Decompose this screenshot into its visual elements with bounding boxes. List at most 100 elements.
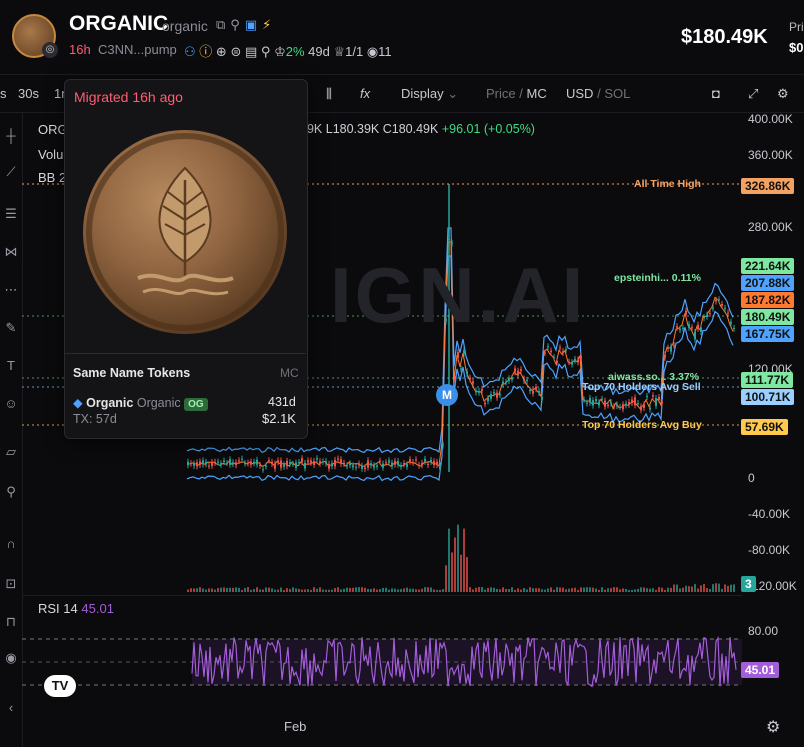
candle-body bbox=[679, 328, 681, 331]
migration-marker[interactable]: M bbox=[436, 384, 458, 406]
crown-value: 1/1 bbox=[345, 44, 364, 59]
projection-icon[interactable]: ⋯ bbox=[2, 282, 20, 298]
volume-bar bbox=[607, 588, 609, 592]
zoom-icon[interactable]: ⚲ bbox=[2, 484, 20, 500]
x-axis-feb: Feb bbox=[284, 719, 307, 734]
rsi-value: 45.01 bbox=[81, 601, 114, 616]
collapse-icon[interactable]: ‹ bbox=[2, 700, 20, 715]
sol-option[interactable]: SOL bbox=[604, 86, 630, 101]
candle-type-icon[interactable]: ⫼ bbox=[326, 86, 332, 102]
candle-body bbox=[310, 460, 312, 463]
volume-bar bbox=[259, 589, 261, 592]
volume-bar bbox=[640, 587, 642, 592]
volume-bar bbox=[271, 588, 273, 592]
y-label: 360.00K bbox=[748, 148, 793, 162]
list-icon[interactable]: ⊜ bbox=[230, 44, 241, 59]
volume-bar bbox=[499, 589, 501, 592]
eye-toggle-icon[interactable]: ◉ bbox=[2, 650, 20, 666]
price-mc-toggle[interactable]: Price / MC bbox=[486, 86, 547, 101]
interval-30s[interactable]: 30s bbox=[18, 86, 39, 101]
contract-address[interactable]: C3NN...pump bbox=[98, 42, 177, 57]
candle-body bbox=[472, 381, 474, 384]
interval-s[interactable]: s bbox=[0, 86, 7, 101]
search-icon[interactable]: ⚲ bbox=[261, 44, 271, 59]
same-token-age: 431d bbox=[268, 395, 296, 409]
candle-body bbox=[646, 396, 648, 398]
volume-bar bbox=[700, 585, 702, 592]
globe-icon[interactable]: ⊕ bbox=[216, 44, 227, 59]
volume-bar bbox=[535, 588, 537, 592]
text-icon[interactable]: T bbox=[2, 358, 20, 373]
candle-body bbox=[544, 352, 546, 354]
mc-option[interactable]: MC bbox=[527, 86, 547, 101]
volume-bar bbox=[478, 587, 480, 592]
candle-body bbox=[358, 463, 360, 466]
chat-icon[interactable]: ▤ bbox=[245, 44, 257, 59]
candle-body bbox=[388, 460, 390, 463]
candle-body bbox=[622, 404, 624, 410]
volume-bar bbox=[313, 587, 315, 592]
volume-bar bbox=[295, 588, 297, 592]
volume-bar bbox=[733, 584, 735, 592]
ath-tag: 326.86K bbox=[741, 178, 795, 194]
settings-icon[interactable]: ⚙ bbox=[777, 86, 789, 102]
lock-icon[interactable]: ⊡ bbox=[2, 576, 20, 592]
fullscreen-icon[interactable]: ⤢ bbox=[748, 86, 758, 102]
candle-body bbox=[352, 465, 354, 468]
volume-bar bbox=[304, 589, 306, 592]
volume-bar bbox=[628, 589, 630, 592]
emoji-icon[interactable]: ☺ bbox=[2, 396, 20, 411]
candle-body bbox=[475, 390, 477, 393]
camera-icon[interactable]: ◎ bbox=[42, 42, 58, 58]
volume-bar bbox=[721, 588, 723, 592]
candle-body bbox=[370, 463, 372, 466]
crosshair-icon[interactable]: ┼ bbox=[2, 128, 20, 143]
price-option[interactable]: Price bbox=[486, 86, 516, 101]
volume-bar bbox=[544, 589, 546, 592]
axis-settings-icon[interactable]: ⚙ bbox=[766, 717, 780, 737]
volume-bar bbox=[199, 587, 201, 592]
copy-icon[interactable]: ⧉ bbox=[216, 17, 230, 32]
volume-bar bbox=[400, 589, 402, 592]
twitter-icon[interactable]: ▣ bbox=[245, 17, 262, 32]
same-name-token-row[interactable]: ◆ Organic Organic OG bbox=[73, 395, 208, 411]
volume-bar bbox=[340, 589, 342, 592]
volume-bar bbox=[457, 524, 459, 592]
indicators-button[interactable]: fx bbox=[360, 86, 370, 101]
magnet-icon[interactable]: ∩ bbox=[2, 536, 20, 551]
volume-bar bbox=[244, 588, 246, 592]
candle-body bbox=[193, 463, 195, 466]
token-logo[interactable]: ◎ bbox=[12, 14, 58, 58]
volume-bar bbox=[682, 587, 684, 592]
share-icon[interactable]: ⚲ bbox=[230, 17, 245, 32]
trendline-icon[interactable]: ⟋ bbox=[2, 164, 20, 180]
lock-tools-icon[interactable]: ⊓ bbox=[2, 614, 20, 630]
brush-icon[interactable]: ✎ bbox=[2, 320, 20, 336]
fib-icon[interactable]: ☰ bbox=[2, 206, 20, 222]
usd-option[interactable]: USD bbox=[566, 86, 593, 101]
volume-bar bbox=[316, 588, 318, 592]
tradingview-logo[interactable]: TV bbox=[44, 675, 76, 697]
pattern-icon[interactable]: ⋈ bbox=[2, 244, 20, 260]
volume-bar bbox=[604, 589, 606, 592]
volume-bar bbox=[664, 589, 666, 592]
candle-body bbox=[592, 400, 594, 406]
volume-bar bbox=[466, 557, 468, 592]
volume-bar bbox=[472, 589, 474, 592]
candle-body bbox=[730, 321, 732, 324]
volume-bar bbox=[409, 588, 411, 592]
volume-bar bbox=[367, 588, 369, 592]
currency-toggle[interactable]: USD / SOL bbox=[566, 86, 630, 101]
volume-bar bbox=[463, 528, 465, 592]
bolt-icon[interactable]: ⚡ bbox=[262, 17, 276, 32]
volume-bar bbox=[415, 589, 417, 592]
volume-bar bbox=[361, 587, 363, 592]
candle-body bbox=[247, 462, 249, 464]
display-dropdown[interactable]: Display ⌄ bbox=[401, 86, 458, 102]
candle-body bbox=[670, 346, 672, 352]
volume-bar bbox=[418, 589, 420, 592]
ruler-icon[interactable]: ▱ bbox=[2, 444, 20, 460]
mc-high-tag: 221.64K bbox=[741, 258, 795, 274]
rsi-panel[interactable] bbox=[22, 595, 742, 711]
screenshot-icon[interactable]: ◘ bbox=[712, 86, 720, 101]
